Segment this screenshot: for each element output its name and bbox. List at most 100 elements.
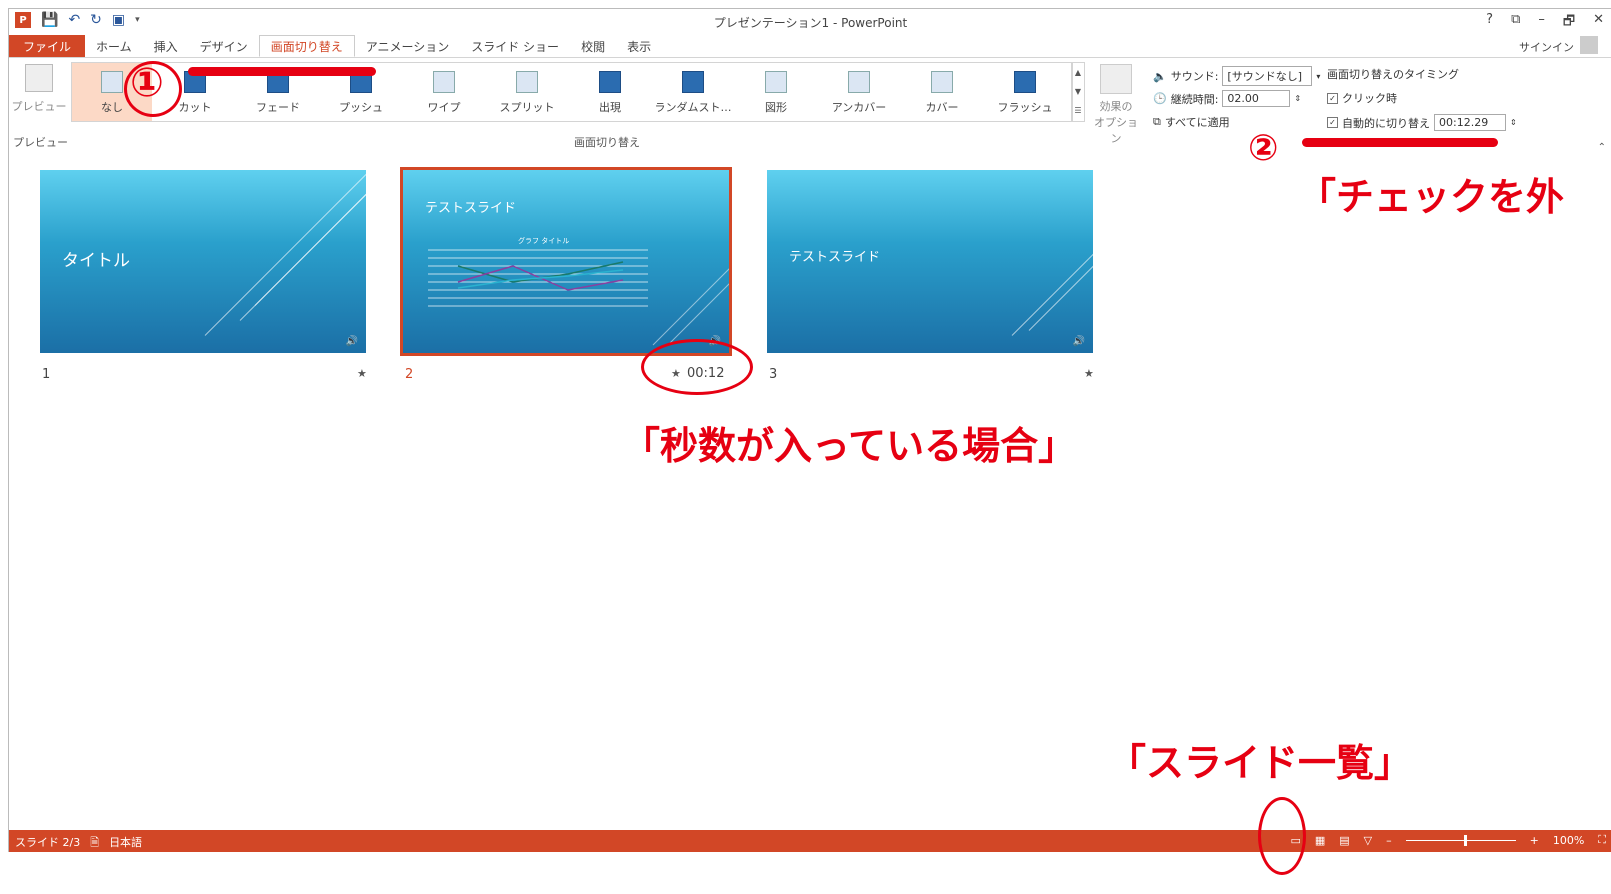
- effect-cover[interactable]: カバー: [902, 63, 982, 121]
- effect-wipe[interactable]: ワイプ: [404, 63, 484, 121]
- tab-transitions[interactable]: 画面切り替え: [258, 35, 355, 57]
- collapse-ribbon-icon[interactable]: ⌃: [1598, 142, 1606, 153]
- tab-file[interactable]: ファイル: [9, 35, 86, 57]
- slide-sorter-view-icon[interactable]: ▦: [1315, 834, 1325, 847]
- tab-insert[interactable]: 挿入: [143, 35, 189, 57]
- on-click-row[interactable]: ✓ クリック時: [1327, 90, 1397, 106]
- apply-all-row[interactable]: ⧉ すべてに適用: [1153, 114, 1230, 130]
- effect-label: カット: [178, 101, 212, 114]
- on-click-checkbox[interactable]: ✓: [1327, 92, 1338, 104]
- ribbon-display-icon[interactable]: ⧉: [1511, 12, 1520, 34]
- gallery-up-icon[interactable]: ▲: [1072, 63, 1084, 82]
- help-icon[interactable]: ?: [1486, 12, 1493, 34]
- annotation-sorter-text: 「スライド一覧」: [1108, 741, 1413, 785]
- effect-options-icon: [1100, 64, 1132, 94]
- fit-to-window-icon[interactable]: ⛶: [1598, 833, 1606, 847]
- apply-all-icon: ⧉: [1153, 115, 1161, 128]
- auto-advance-spinner-icon[interactable]: ⇕: [1510, 118, 1517, 127]
- gallery-more-icon[interactable]: ☰: [1072, 101, 1084, 120]
- effect-shape[interactable]: 図形: [736, 63, 816, 121]
- window-title: プレゼンテーション1 - PowerPoint: [713, 16, 908, 30]
- slide-thumbnail-1[interactable]: タイトル 🔊: [40, 170, 366, 353]
- sound-dropdown[interactable]: [サウンドなし]: [1222, 66, 1313, 86]
- zoom-slider[interactable]: [1405, 834, 1516, 846]
- effect-label: ワイプ: [427, 101, 461, 114]
- effect-split[interactable]: スプリット: [487, 63, 567, 121]
- auto-advance-label: 自動的に切り替え: [1342, 116, 1430, 130]
- window-controls: ? ⧉ – 🗗 ✕: [1486, 12, 1604, 34]
- zoom-level[interactable]: 100%: [1553, 834, 1584, 847]
- mini-chart: [428, 249, 729, 346]
- title-bar: P 💾 ↶ ↻ ▣ ▾ プレゼンテーション1 - PowerPoint ? ⧉ …: [9, 9, 1611, 35]
- gallery-down-icon[interactable]: ▼: [1072, 82, 1084, 101]
- effect-label: 図形: [765, 101, 787, 114]
- effect-label: アンカバー: [831, 101, 887, 114]
- minimize-icon[interactable]: –: [1538, 12, 1545, 34]
- effect-label: カバー: [925, 101, 959, 114]
- effect-label: フェード: [256, 101, 300, 114]
- tab-review[interactable]: 校閲: [570, 35, 616, 57]
- auto-advance-field[interactable]: 00:12.29: [1434, 114, 1506, 131]
- tab-slideshow[interactable]: スライド ショー: [460, 35, 570, 57]
- slide-indicator: スライド 2/3: [15, 836, 81, 849]
- transitions-group-label: 画面切り替え: [574, 136, 640, 149]
- gallery-scrollbar[interactable]: ▲ ▼ ☰: [1071, 62, 1085, 122]
- reading-view-icon[interactable]: ▤: [1339, 834, 1349, 847]
- slide-number: 2: [405, 367, 414, 382]
- audio-icon: 🔊: [1072, 336, 1085, 347]
- effect-reveal[interactable]: 出現: [570, 63, 650, 121]
- effect-random-bars[interactable]: ランダムスト…: [653, 63, 733, 121]
- effect-label: なし: [101, 101, 123, 114]
- tab-home[interactable]: ホーム: [85, 35, 143, 57]
- cover-transition-icon: [931, 71, 953, 93]
- slideshow-view-icon[interactable]: ▽: [1364, 834, 1372, 847]
- sound-label: サウンド:: [1170, 70, 1219, 83]
- effect-uncover[interactable]: アンカバー: [819, 63, 899, 121]
- slide-thumbnail-2[interactable]: テストスライド グラフ タイトル 🔊: [400, 167, 732, 356]
- status-bar: スライド 2/3 🗎 日本語 ▭ ▦ ▤ ▽ – + 100% ⛶: [9, 830, 1611, 852]
- language-indicator[interactable]: 日本語: [109, 834, 142, 852]
- audio-icon: 🔊: [345, 336, 358, 347]
- effect-label: スプリット: [499, 101, 555, 114]
- slide-thumbnail-3[interactable]: テストスライド 🔊: [767, 170, 1093, 353]
- annotation-number-1: ①: [130, 60, 164, 106]
- preview-button-label: プレビュー: [11, 100, 67, 113]
- slide-number: 1: [42, 367, 51, 382]
- effect-options-button[interactable]: 効果の オプション: [1091, 64, 1141, 146]
- restore-icon[interactable]: 🗗: [1563, 12, 1575, 34]
- annotation-seconds-text: 「秒数が入っている場合」: [622, 424, 1077, 468]
- reveal-transition-icon: [599, 71, 621, 93]
- duration-spinner-icon[interactable]: ⇕: [1294, 94, 1301, 103]
- effect-label: 出現: [599, 101, 621, 114]
- on-click-label: クリック時: [1342, 92, 1397, 105]
- effect-label: プッシュ: [339, 101, 383, 114]
- sound-icon: 🔈: [1153, 69, 1167, 83]
- tab-view[interactable]: 表示: [616, 35, 662, 57]
- preview-button[interactable]: プレビュー: [11, 64, 67, 114]
- sound-dropdown-arrow-icon[interactable]: ▾: [1316, 72, 1320, 81]
- slide-title: タイトル: [62, 251, 130, 271]
- user-icon[interactable]: [1580, 36, 1598, 54]
- tab-design[interactable]: デザイン: [189, 35, 259, 57]
- duration-field[interactable]: 02.00: [1222, 90, 1291, 107]
- effect-flash[interactable]: フラッシュ: [985, 63, 1065, 121]
- tab-animations[interactable]: アニメーション: [355, 35, 461, 57]
- slide-number: 3: [769, 367, 778, 382]
- slide-sorter: タイトル 🔊 1 ★ テストスライド グラフ タイトル 🔊 2 ★ 00:12 …: [9, 154, 1611, 830]
- zoom-out-icon[interactable]: –: [1386, 834, 1392, 847]
- zoom-in-icon[interactable]: +: [1530, 834, 1539, 847]
- random-bars-transition-icon: [682, 71, 704, 93]
- zoom-slider-thumb[interactable]: [1463, 834, 1467, 846]
- effect-label: フラッシュ: [997, 101, 1053, 114]
- shape-transition-icon: [765, 71, 787, 93]
- notes-icon[interactable]: 🗎: [90, 834, 99, 852]
- auto-advance-checkbox[interactable]: ✓: [1327, 117, 1338, 128]
- duration-row: 🕒 継続時間: 02.00 ⇕: [1153, 90, 1301, 107]
- uncover-transition-icon: [848, 71, 870, 93]
- timing-header: 画面切り替えのタイミング: [1327, 68, 1459, 81]
- annotation-underline-2: [1302, 138, 1498, 147]
- apply-all-button[interactable]: すべてに適用: [1165, 114, 1230, 130]
- auto-advance-row[interactable]: ✓ 自動的に切り替え 00:12.29 ⇕: [1327, 114, 1517, 131]
- close-icon[interactable]: ✕: [1593, 12, 1604, 34]
- sign-in-link[interactable]: サインイン: [1519, 39, 1574, 55]
